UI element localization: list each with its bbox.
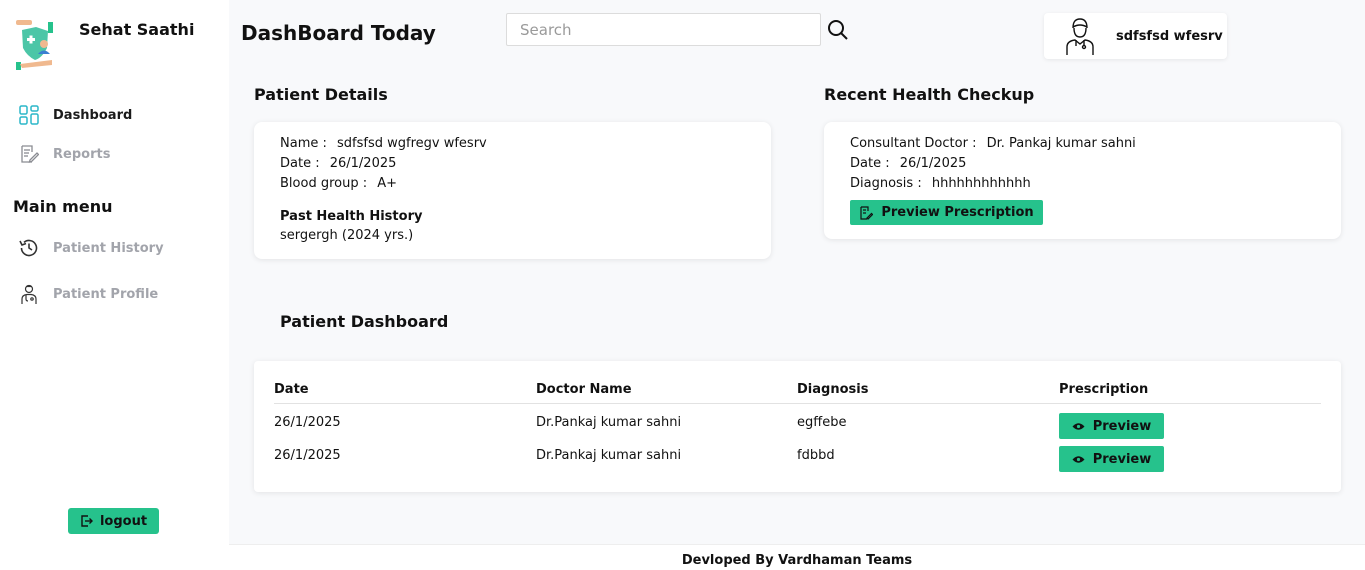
user-avatar-icon — [1066, 18, 1094, 55]
preview-prescription-button[interactable]: Preview Prescription — [850, 200, 1043, 225]
health-hands-logo-icon — [16, 20, 53, 70]
footer: Devloped By Vardhaman Teams — [229, 544, 1365, 570]
consultant-doctor: Dr. Pankaj kumar sahni — [986, 136, 1136, 151]
main-menu-heading: Main menu — [13, 197, 113, 216]
sidebar-item-label: Patient Profile — [53, 286, 159, 302]
logout-button[interactable]: logout — [68, 508, 159, 534]
row-doctor: Dr.Pankaj kumar sahni — [536, 448, 682, 463]
doctor-label: Consultant Doctor : — [850, 136, 977, 151]
row-date: 26/1/2025 — [274, 415, 341, 430]
diagnosis-label: Diagnosis : — [850, 176, 922, 191]
report-edit-icon — [18, 143, 40, 165]
checkup-date-row: Date : 26/1/2025 — [850, 156, 966, 171]
preview-label: Preview — [1092, 418, 1152, 434]
recent-checkup-heading: Recent Health Checkup — [824, 85, 1035, 104]
brand-name: Sehat Saathi — [79, 20, 195, 39]
logout-icon — [81, 515, 93, 527]
row-date: 26/1/2025 — [274, 448, 341, 463]
consultant-doctor-row: Consultant Doctor : Dr. Pankaj kumar sah… — [850, 136, 1136, 151]
name-label: Name : — [280, 136, 327, 151]
patient-date-row: Date : 26/1/2025 — [280, 156, 396, 171]
sidebar-item-label: Reports — [53, 146, 111, 162]
sidebar-item-label: Patient History — [53, 240, 164, 256]
user-profile-card[interactable]: sdfsfsd wfesrv — [1044, 13, 1227, 59]
diagnosis-row: Diagnosis : hhhhhhhhhhhh — [850, 176, 1031, 191]
column-header-diagnosis: Diagnosis — [797, 382, 869, 397]
prescription-edit-icon — [860, 205, 874, 220]
header-divider — [274, 403, 1321, 404]
blood-group-row: Blood group : A+ — [280, 176, 397, 191]
patient-date: 26/1/2025 — [329, 156, 397, 171]
patient-name: sdfsfsd wgfregv wfesrv — [337, 136, 487, 151]
past-health-history-value: sergergh (2024 yrs.) — [280, 228, 414, 243]
row-diagnosis: egffebe — [797, 415, 847, 430]
sidebar-item-patient-history[interactable]: Patient History — [18, 237, 164, 259]
sidebar-item-patient-profile[interactable]: Patient Profile — [18, 283, 158, 305]
patient-name-row: Name : sdfsfsd wgfregv wfesrv — [280, 136, 487, 151]
column-header-prescription: Prescription — [1059, 382, 1149, 397]
patient-dashboard-table: Date Doctor Name Diagnosis Prescription … — [254, 361, 1341, 492]
preview-button[interactable]: Preview — [1059, 446, 1164, 472]
row-diagnosis: fdbbd — [797, 448, 835, 463]
brand: Sehat Saathi — [14, 18, 194, 70]
search-icon[interactable] — [826, 18, 850, 42]
eye-icon — [1072, 422, 1085, 430]
search-input[interactable] — [506, 13, 821, 46]
checkup-date: 26/1/2025 — [899, 156, 967, 171]
date-label: Date : — [280, 156, 320, 171]
recent-checkup-card: Consultant Doctor : Dr. Pankaj kumar sah… — [824, 122, 1341, 239]
date-label: Date : — [850, 156, 890, 171]
doctor-profile-icon — [18, 283, 40, 305]
patient-details-card: Name : sdfsfsd wgfregv wfesrv Date : 26/… — [254, 122, 771, 259]
sidebar-item-dashboard[interactable]: Dashboard — [18, 104, 132, 126]
column-header-doctor-name: Doctor Name — [536, 382, 632, 397]
eye-icon — [1072, 455, 1085, 463]
logout-label: logout — [99, 513, 148, 529]
diagnosis-value: hhhhhhhhhhhh — [931, 176, 1031, 191]
preview-label: Preview — [1092, 451, 1152, 467]
column-header-date: Date — [274, 382, 309, 397]
page-title: DashBoard Today — [241, 21, 436, 45]
blood-group-label: Blood group : — [280, 176, 368, 191]
row-doctor: Dr.Pankaj kumar sahni — [536, 415, 682, 430]
sidebar: Sehat Saathi Dashboard Reports Main menu — [0, 0, 229, 570]
patient-details-heading: Patient Details — [254, 85, 388, 104]
sidebar-item-label: Dashboard — [53, 107, 133, 123]
dashboard-grid-icon — [18, 104, 40, 126]
past-health-history-heading: Past Health History — [280, 209, 423, 224]
blood-group: A+ — [377, 176, 398, 191]
history-clock-icon — [18, 237, 40, 259]
sidebar-item-reports[interactable]: Reports — [18, 143, 110, 165]
user-name: sdfsfsd wfesrv — [1116, 28, 1223, 44]
patient-dashboard-heading: Patient Dashboard — [280, 312, 449, 331]
preview-prescription-label: Preview Prescription — [881, 205, 1034, 220]
preview-button[interactable]: Preview — [1059, 413, 1164, 439]
